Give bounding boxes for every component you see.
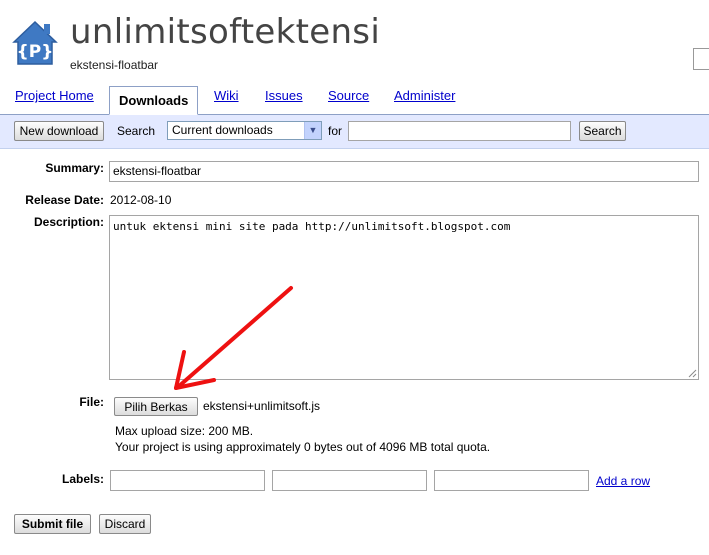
annotation-arrow-icon: [174, 286, 293, 390]
